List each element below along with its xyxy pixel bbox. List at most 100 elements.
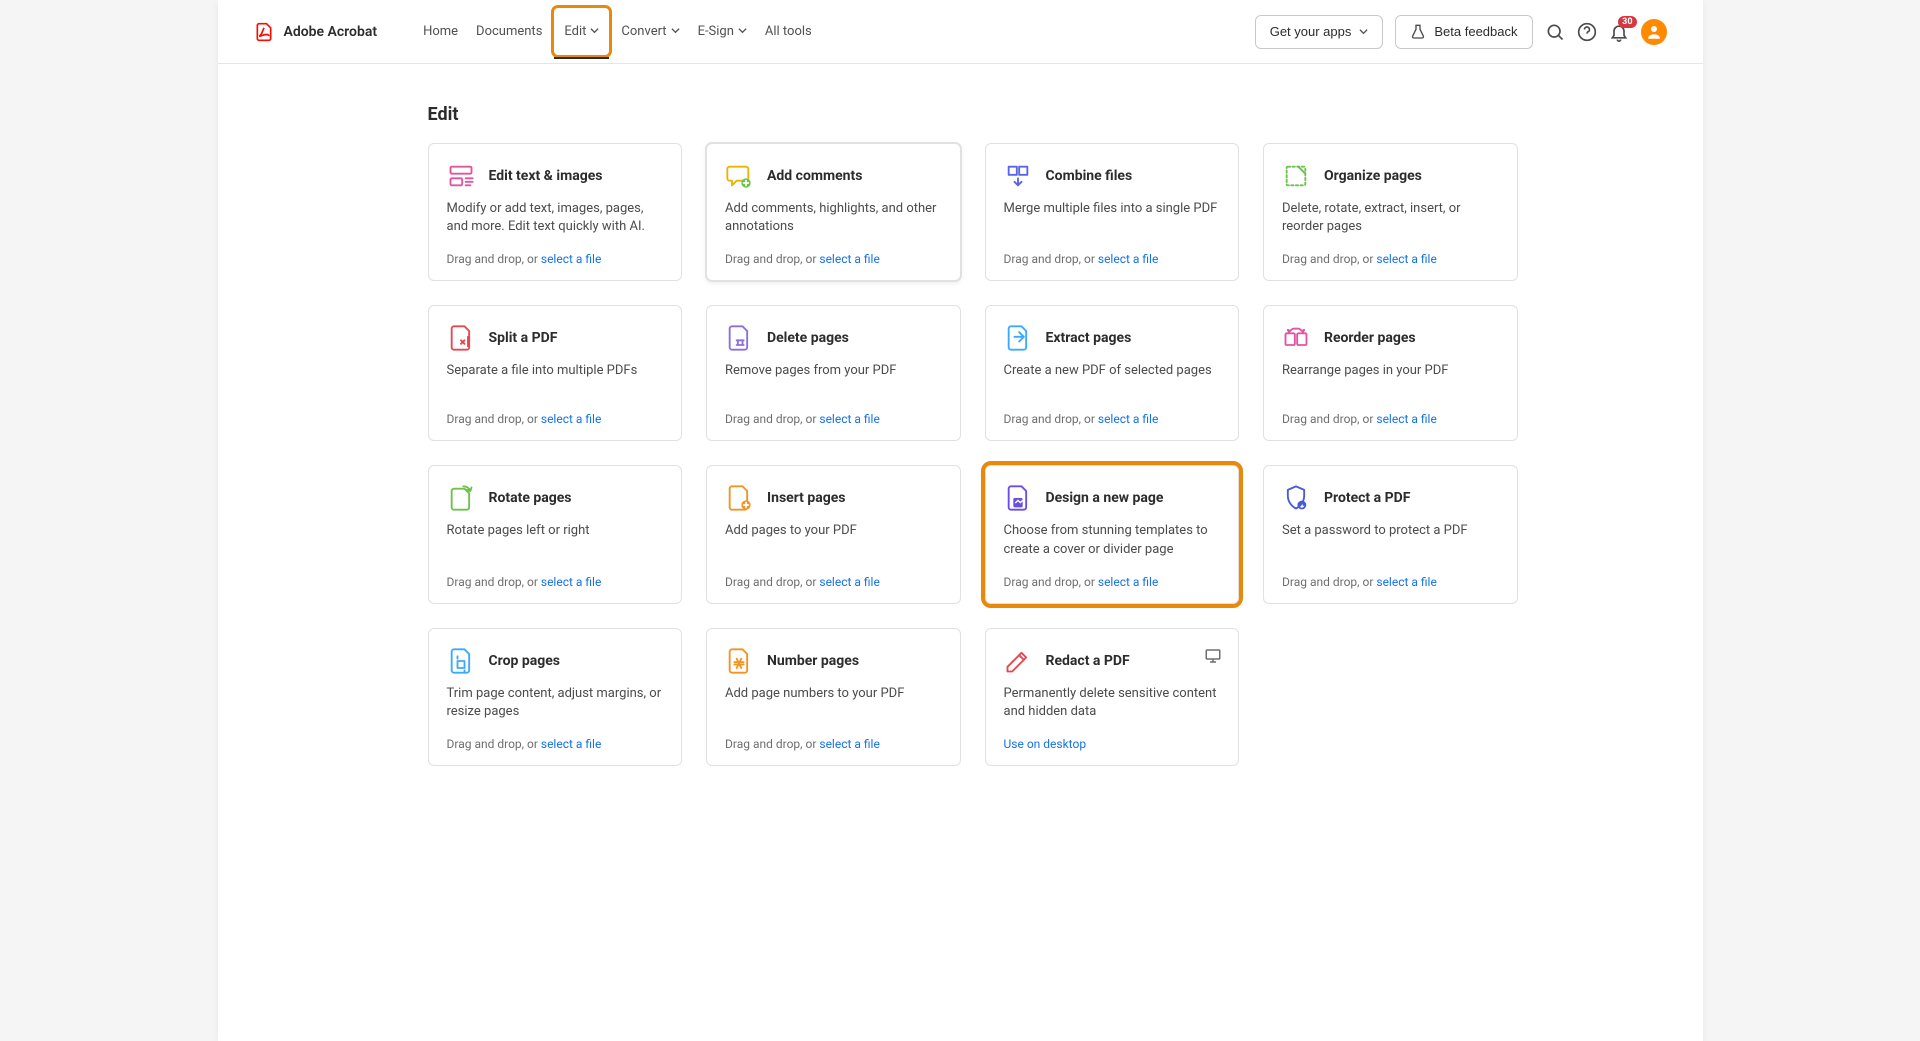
drag-text: Drag and drop, or (725, 252, 819, 266)
card-desc: Delete, rotate, extract, insert, or reor… (1282, 200, 1499, 236)
get-apps-button[interactable]: Get your apps (1255, 15, 1384, 49)
select-file-link[interactable]: select a file (819, 737, 879, 751)
nav-item-edit[interactable]: Edit (554, 8, 609, 55)
extract-icon (1004, 324, 1032, 352)
card-footer: Drag and drop, or select a file (1282, 575, 1499, 589)
card-footer: Drag and drop, or select a file (725, 252, 942, 266)
nav-item-all-tools[interactable]: All tools (759, 14, 818, 49)
card-desc: Rearrange pages in your PDF (1282, 362, 1499, 380)
card-head: Combine files (1004, 162, 1221, 190)
select-file-link[interactable]: select a file (541, 737, 601, 751)
select-file-link[interactable]: select a file (1376, 412, 1436, 426)
card-title: Add comments (767, 168, 862, 184)
card-title: Rotate pages (489, 490, 572, 506)
beta-feedback-button[interactable]: Beta feedback (1395, 15, 1532, 49)
avatar[interactable] (1641, 19, 1667, 45)
card-edit-text-images[interactable]: Edit text & images Modify or add text, im… (428, 143, 683, 281)
search-icon[interactable] (1545, 22, 1565, 42)
select-file-link[interactable]: select a file (1098, 575, 1158, 589)
drag-text: Drag and drop, or (1282, 412, 1376, 426)
drag-text: Drag and drop, or (1004, 252, 1098, 266)
card-title: Delete pages (767, 330, 849, 346)
get-apps-label: Get your apps (1270, 24, 1352, 39)
card-footer: Drag and drop, or select a file (447, 737, 664, 751)
card-title: Crop pages (489, 653, 560, 669)
card-reorder-pages[interactable]: Reorder pages Rearrange pages in your PDF… (1263, 305, 1518, 441)
card-desc: Rotate pages left or right (447, 522, 664, 540)
drag-text: Drag and drop, or (447, 252, 541, 266)
nav-label: Convert (621, 24, 666, 39)
card-head: Organize pages (1282, 162, 1499, 190)
nav-item-documents[interactable]: Documents (470, 14, 548, 49)
card-title: Reorder pages (1324, 330, 1416, 346)
select-file-link[interactable]: select a file (819, 412, 879, 426)
notifications-icon[interactable]: 30 (1609, 22, 1629, 42)
card-footer: Drag and drop, or select a file (725, 412, 942, 426)
page-title: Edit (428, 104, 1663, 125)
card-combine-files[interactable]: Combine filesMerge multiple files into a… (985, 143, 1240, 281)
select-file-link[interactable]: select a file (541, 412, 601, 426)
card-desc: Add page numbers to your PDF (725, 685, 942, 703)
card-footer: Drag and drop, or select a file (725, 737, 942, 751)
design-icon (1004, 484, 1032, 512)
card-protect-pdf[interactable]: Protect a PDFSet a password to protect a… (1263, 465, 1518, 603)
select-file-link[interactable]: select a file (1376, 252, 1436, 266)
select-file-link[interactable]: select a file (819, 575, 879, 589)
drag-text: Drag and drop, or (1282, 252, 1376, 266)
card-footer: Drag and drop, or select a file (1004, 412, 1221, 426)
header-right: Get your apps Beta feedback 30 (1255, 15, 1667, 49)
combine-icon (1004, 162, 1032, 190)
card-organize-pages[interactable]: Organize pages Delete, rotate, extract, i… (1263, 143, 1518, 281)
card-head: Split a PDF (447, 324, 664, 352)
nav-label: Edit (564, 24, 586, 39)
select-file-link[interactable]: select a file (541, 575, 601, 589)
tools-grid: Edit text & images Modify or add text, im… (428, 143, 1518, 766)
card-footer: Use on desktop (1004, 737, 1221, 751)
card-split-pdf[interactable]: Split a PDFSeparate a file into multiple… (428, 305, 683, 441)
card-desc: Permanently delete sensitive content and… (1004, 685, 1221, 721)
drag-text: Drag and drop, or (725, 412, 819, 426)
drag-text: Drag and drop, or (447, 737, 541, 751)
card-head: Rotate pages (447, 484, 664, 512)
card-title: Protect a PDF (1324, 490, 1410, 506)
card-crop-pages[interactable]: Crop pagesTrim page content, adjust marg… (428, 628, 683, 766)
card-add-comments[interactable]: Add commentsAdd comments, highlights, an… (706, 143, 961, 281)
select-file-link[interactable]: select a file (1098, 252, 1158, 266)
card-head: Delete pages (725, 324, 942, 352)
card-rotate-pages[interactable]: Rotate pagesRotate pages left or rightDr… (428, 465, 683, 603)
reorder-icon (1282, 324, 1310, 352)
select-file-link[interactable]: select a file (1098, 412, 1158, 426)
brand-name: Adobe Acrobat (284, 24, 378, 40)
drag-text: Drag and drop, or (1004, 412, 1098, 426)
card-footer: Drag and drop, or select a file (1282, 412, 1499, 426)
drag-text: Drag and drop, or (447, 412, 541, 426)
nav-item-e-sign[interactable]: E-Sign (692, 14, 753, 49)
nav-item-home[interactable]: Home (417, 14, 464, 49)
card-extract-pages[interactable]: Extract pagesCreate a new PDF of selecte… (985, 305, 1240, 441)
select-file-link[interactable]: select a file (541, 252, 601, 266)
card-insert-pages[interactable]: Insert pagesAdd pages to your PDFDrag an… (706, 465, 961, 603)
card-desc: Remove pages from your PDF (725, 362, 942, 380)
card-title: Organize pages (1324, 168, 1422, 184)
use-on-desktop-link[interactable]: Use on desktop (1004, 737, 1087, 751)
select-file-link[interactable]: select a file (819, 252, 879, 266)
card-head: Edit text & images (447, 162, 664, 190)
card-footer: Drag and drop, or select a file (447, 412, 664, 426)
card-head: Crop pages (447, 647, 664, 675)
edit-text-icon (447, 162, 475, 190)
brand[interactable]: Adobe Acrobat (254, 22, 378, 42)
card-title: Combine files (1046, 168, 1133, 184)
nav-item-convert[interactable]: Convert (615, 14, 685, 49)
card-desc: Choose from stunning templates to create… (1004, 522, 1221, 558)
help-icon[interactable] (1577, 22, 1597, 42)
number-icon (725, 647, 753, 675)
card-footer: Drag and drop, or select a file (447, 252, 664, 266)
card-desc: Modify or add text, images, pages, and m… (447, 200, 664, 236)
card-redact-pdf[interactable]: Redact a PDFPermanently delete sensitive… (985, 628, 1240, 766)
card-design-page[interactable]: Design a new pageChoose from stunning te… (985, 465, 1240, 603)
card-footer: Drag and drop, or select a file (1282, 252, 1499, 266)
card-head: Insert pages (725, 484, 942, 512)
card-delete-pages[interactable]: Delete pages Remove pages from your PDF Dr… (706, 305, 961, 441)
select-file-link[interactable]: select a file (1376, 575, 1436, 589)
card-number-pages[interactable]: Number pagesAdd page numbers to your PDF… (706, 628, 961, 766)
